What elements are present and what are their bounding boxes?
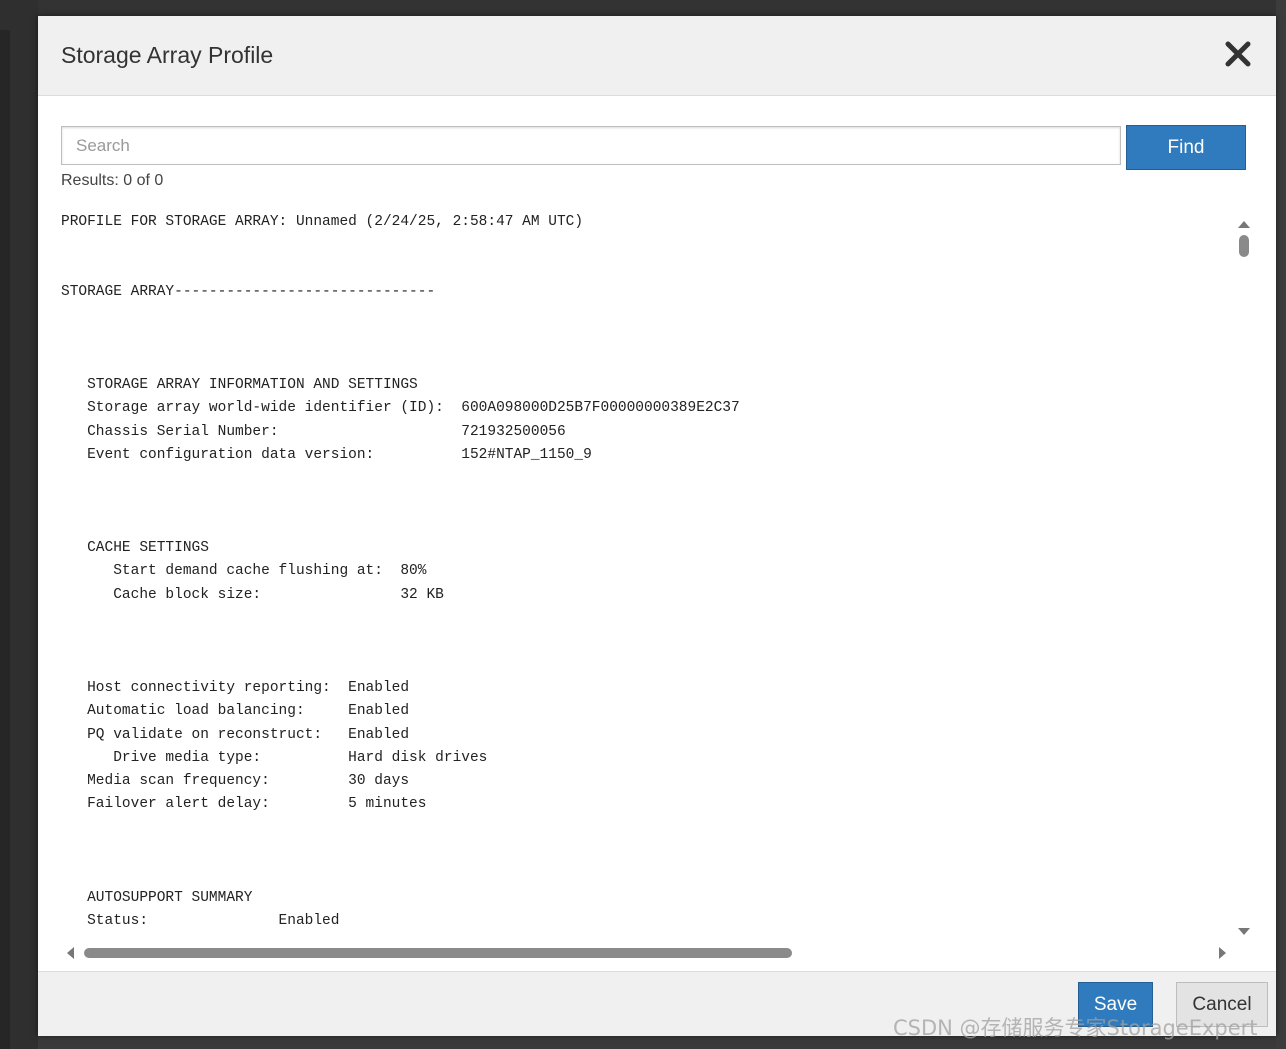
dialog-header: Storage Array Profile bbox=[38, 16, 1276, 96]
dialog-footer: Save Cancel bbox=[38, 971, 1276, 1036]
backdrop-left-strip bbox=[0, 30, 10, 1049]
save-button[interactable]: Save bbox=[1078, 982, 1153, 1027]
search-results-count: Results: 0 of 0 bbox=[61, 172, 164, 189]
vertical-scrollbar-thumb[interactable] bbox=[1239, 235, 1249, 257]
close-button[interactable] bbox=[1222, 38, 1254, 70]
search-input[interactable] bbox=[61, 126, 1121, 165]
dialog-title: Storage Array Profile bbox=[61, 42, 274, 68]
scroll-up-arrow-icon[interactable] bbox=[1237, 219, 1251, 229]
profile-text: PROFILE FOR STORAGE ARRAY: Unnamed (2/24… bbox=[61, 214, 740, 929]
scroll-left-arrow-icon[interactable] bbox=[65, 946, 75, 960]
find-button[interactable]: Find bbox=[1126, 125, 1246, 170]
backdrop-right bbox=[1276, 0, 1286, 1049]
scroll-down-arrow-icon[interactable] bbox=[1237, 927, 1251, 937]
cancel-button[interactable]: Cancel bbox=[1176, 982, 1268, 1027]
profile-text-area[interactable]: PROFILE FOR STORAGE ARRAY: Unnamed (2/24… bbox=[61, 211, 1231, 941]
horizontal-scrollbar-thumb[interactable] bbox=[84, 948, 792, 958]
scroll-right-arrow-icon[interactable] bbox=[1218, 946, 1228, 960]
backdrop-top bbox=[0, 0, 1286, 16]
close-icon bbox=[1225, 41, 1251, 67]
storage-array-profile-dialog: Storage Array Profile Find Results: 0 of… bbox=[38, 16, 1276, 1036]
